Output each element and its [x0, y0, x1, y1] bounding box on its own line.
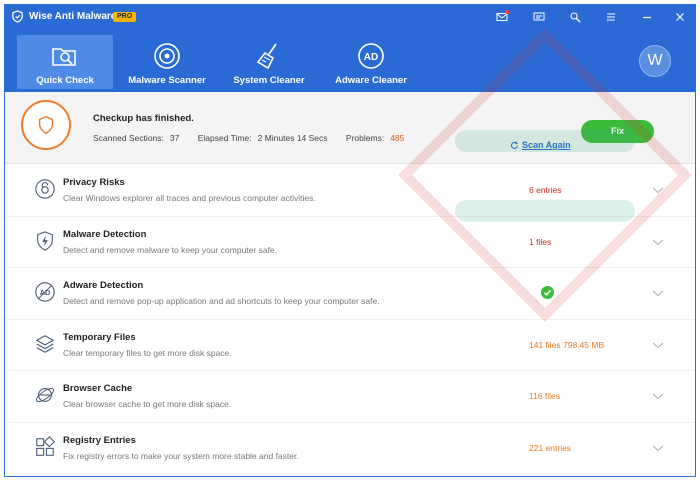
list-item-malware-detection[interactable]: Malware Detection Detect and remove malw…: [5, 217, 695, 268]
privacy-icon: [34, 178, 58, 202]
status-title: Checkup has finished.: [93, 113, 194, 124]
problems-label: Problems:: [345, 133, 385, 143]
title-bar: Wise Anti Malware PRO: [5, 5, 695, 29]
item-result: 141 files 798.45 MB: [529, 339, 605, 350]
item-title: Malware Detection: [63, 228, 147, 240]
header: Wise Anti Malware PRO Quick Check Malwar…: [5, 5, 695, 92]
list-item-adware-detection[interactable]: AD Adware Detection Detect and remove po…: [5, 268, 695, 320]
menu-icon[interactable]: [604, 10, 618, 24]
item-title: Privacy Risks: [63, 177, 125, 188]
item-title: Temporary Files: [63, 331, 136, 343]
list-item-temporary-files[interactable]: Temporary Files Clear temporary files to…: [5, 320, 695, 371]
tab-quick-check[interactable]: Quick Check: [17, 35, 113, 89]
tab-label: Malware Scanner: [128, 75, 206, 86]
ad-icon: AD: [356, 41, 386, 71]
item-description: Clear Windows explorer all traces and pr…: [63, 193, 316, 203]
list-item-browser-cache[interactable]: Browser Cache Clear browser cache to get…: [5, 371, 695, 423]
app-window: Wise Anti Malware PRO Quick Check Malwar…: [4, 4, 696, 477]
problems-value: 485: [390, 133, 405, 143]
chevron-down-icon[interactable]: [651, 338, 665, 352]
item-description: Detect and remove malware to keep your c…: [63, 244, 278, 255]
tools-icon[interactable]: [568, 10, 582, 24]
scan-stats: Scanned Sections: 37 Elapsed Time: 2 Minut…: [93, 133, 420, 143]
elapsed-label: Elapsed Time:: [197, 133, 252, 143]
fix-button[interactable]: Fix: [581, 120, 654, 143]
elapsed-value: 2 Minutes 14 Secs: [257, 133, 328, 143]
mail-icon[interactable]: [495, 10, 509, 24]
tab-label: Adware Cleaner: [335, 75, 407, 86]
refresh-icon: [510, 140, 519, 149]
minimize-icon[interactable]: [640, 10, 654, 24]
tab-malware-scanner[interactable]: Malware Scanner: [119, 35, 215, 89]
pro-badge: PRO: [113, 12, 137, 22]
item-result: 221 entries: [529, 442, 572, 453]
tab-label: Quick Check: [36, 75, 94, 86]
scan-again-label: Scan Again: [522, 140, 571, 150]
chevron-down-icon[interactable]: [651, 389, 665, 403]
avatar[interactable]: W: [639, 45, 671, 77]
chevron-down-icon[interactable]: [651, 286, 665, 300]
close-icon[interactable]: [673, 10, 687, 24]
item-description: Clear browser cache to get more disk spa…: [63, 399, 232, 409]
scanned-label: Scanned Sections:: [93, 133, 164, 143]
results-list: Privacy Risks Clear Windows explorer all…: [5, 165, 695, 474]
item-title: Browser Cache: [63, 383, 133, 394]
check-ok-icon: [541, 286, 554, 299]
notification-dot: [505, 10, 509, 14]
layers-icon: [34, 333, 58, 357]
item-result: 6 entries: [529, 185, 562, 195]
scanned-value: 37: [169, 133, 180, 143]
shield-bolt-icon: [34, 230, 58, 254]
target-icon: [152, 41, 182, 71]
item-result: 116 files: [529, 391, 561, 401]
chevron-down-icon[interactable]: [651, 183, 665, 197]
item-title: Adware Detection: [63, 280, 144, 291]
app-title: Wise Anti Malware: [29, 11, 117, 22]
item-description: Fix registry errors to make your system …: [63, 450, 299, 461]
message-icon[interactable]: [532, 10, 546, 24]
list-item-registry-entries[interactable]: Registry Entries Fix registry errors to …: [5, 423, 695, 474]
list-item-privacy-risks[interactable]: Privacy Risks Clear Windows explorer all…: [5, 165, 695, 217]
svg-text:AD: AD: [364, 52, 378, 63]
registry-icon: [34, 435, 58, 460]
item-description: Detect and remove pop-up application and…: [63, 296, 380, 306]
ad-icon: AD: [34, 281, 58, 305]
browser-icon: [34, 384, 58, 408]
item-description: Clear temporary files to get more disk s…: [63, 347, 232, 358]
item-title: Registry Entries: [63, 434, 136, 446]
app-logo-icon: [11, 10, 24, 23]
broom-icon: [254, 41, 284, 71]
checkup-summary: Checkup has finished. Scanned Sections: 3…: [5, 92, 695, 164]
tab-system-cleaner[interactable]: System Cleaner: [221, 35, 317, 89]
tab-adware-cleaner[interactable]: AD Adware Cleaner: [323, 35, 419, 89]
item-result: 1 files: [529, 236, 552, 247]
shield-status-icon: [21, 100, 71, 150]
folder-search-icon: [50, 41, 80, 71]
chevron-down-icon[interactable]: [651, 441, 665, 455]
tab-label: System Cleaner: [233, 75, 305, 86]
scan-again-link[interactable]: Scan Again: [510, 140, 571, 150]
chevron-down-icon[interactable]: [651, 235, 665, 249]
